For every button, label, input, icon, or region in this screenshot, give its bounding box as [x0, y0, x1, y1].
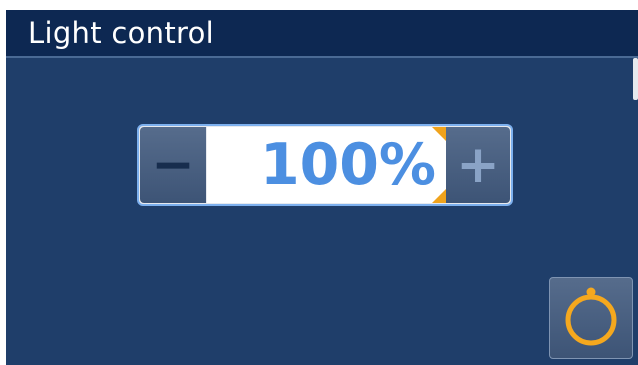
- power-button[interactable]: [549, 277, 633, 359]
- decrement-button[interactable]: −: [140, 127, 206, 203]
- edit-indicator-top-icon: [432, 127, 446, 141]
- brightness-stepper: − 100% +: [137, 124, 513, 206]
- title-bar: Light control: [6, 10, 638, 58]
- plus-icon: +: [456, 135, 500, 195]
- power-icon: [565, 287, 617, 346]
- page-title: Light control: [28, 16, 215, 50]
- value-field[interactable]: 100%: [207, 127, 446, 203]
- brightness-value: 100%: [259, 132, 437, 198]
- screen: Light control − 100% +: [6, 10, 638, 365]
- scrollbar-thumb[interactable]: [633, 58, 638, 100]
- minus-icon: −: [151, 135, 195, 195]
- edit-indicator-bottom-icon: [432, 189, 446, 203]
- device-frame: Light control − 100% +: [0, 0, 638, 365]
- increment-button[interactable]: +: [446, 127, 510, 203]
